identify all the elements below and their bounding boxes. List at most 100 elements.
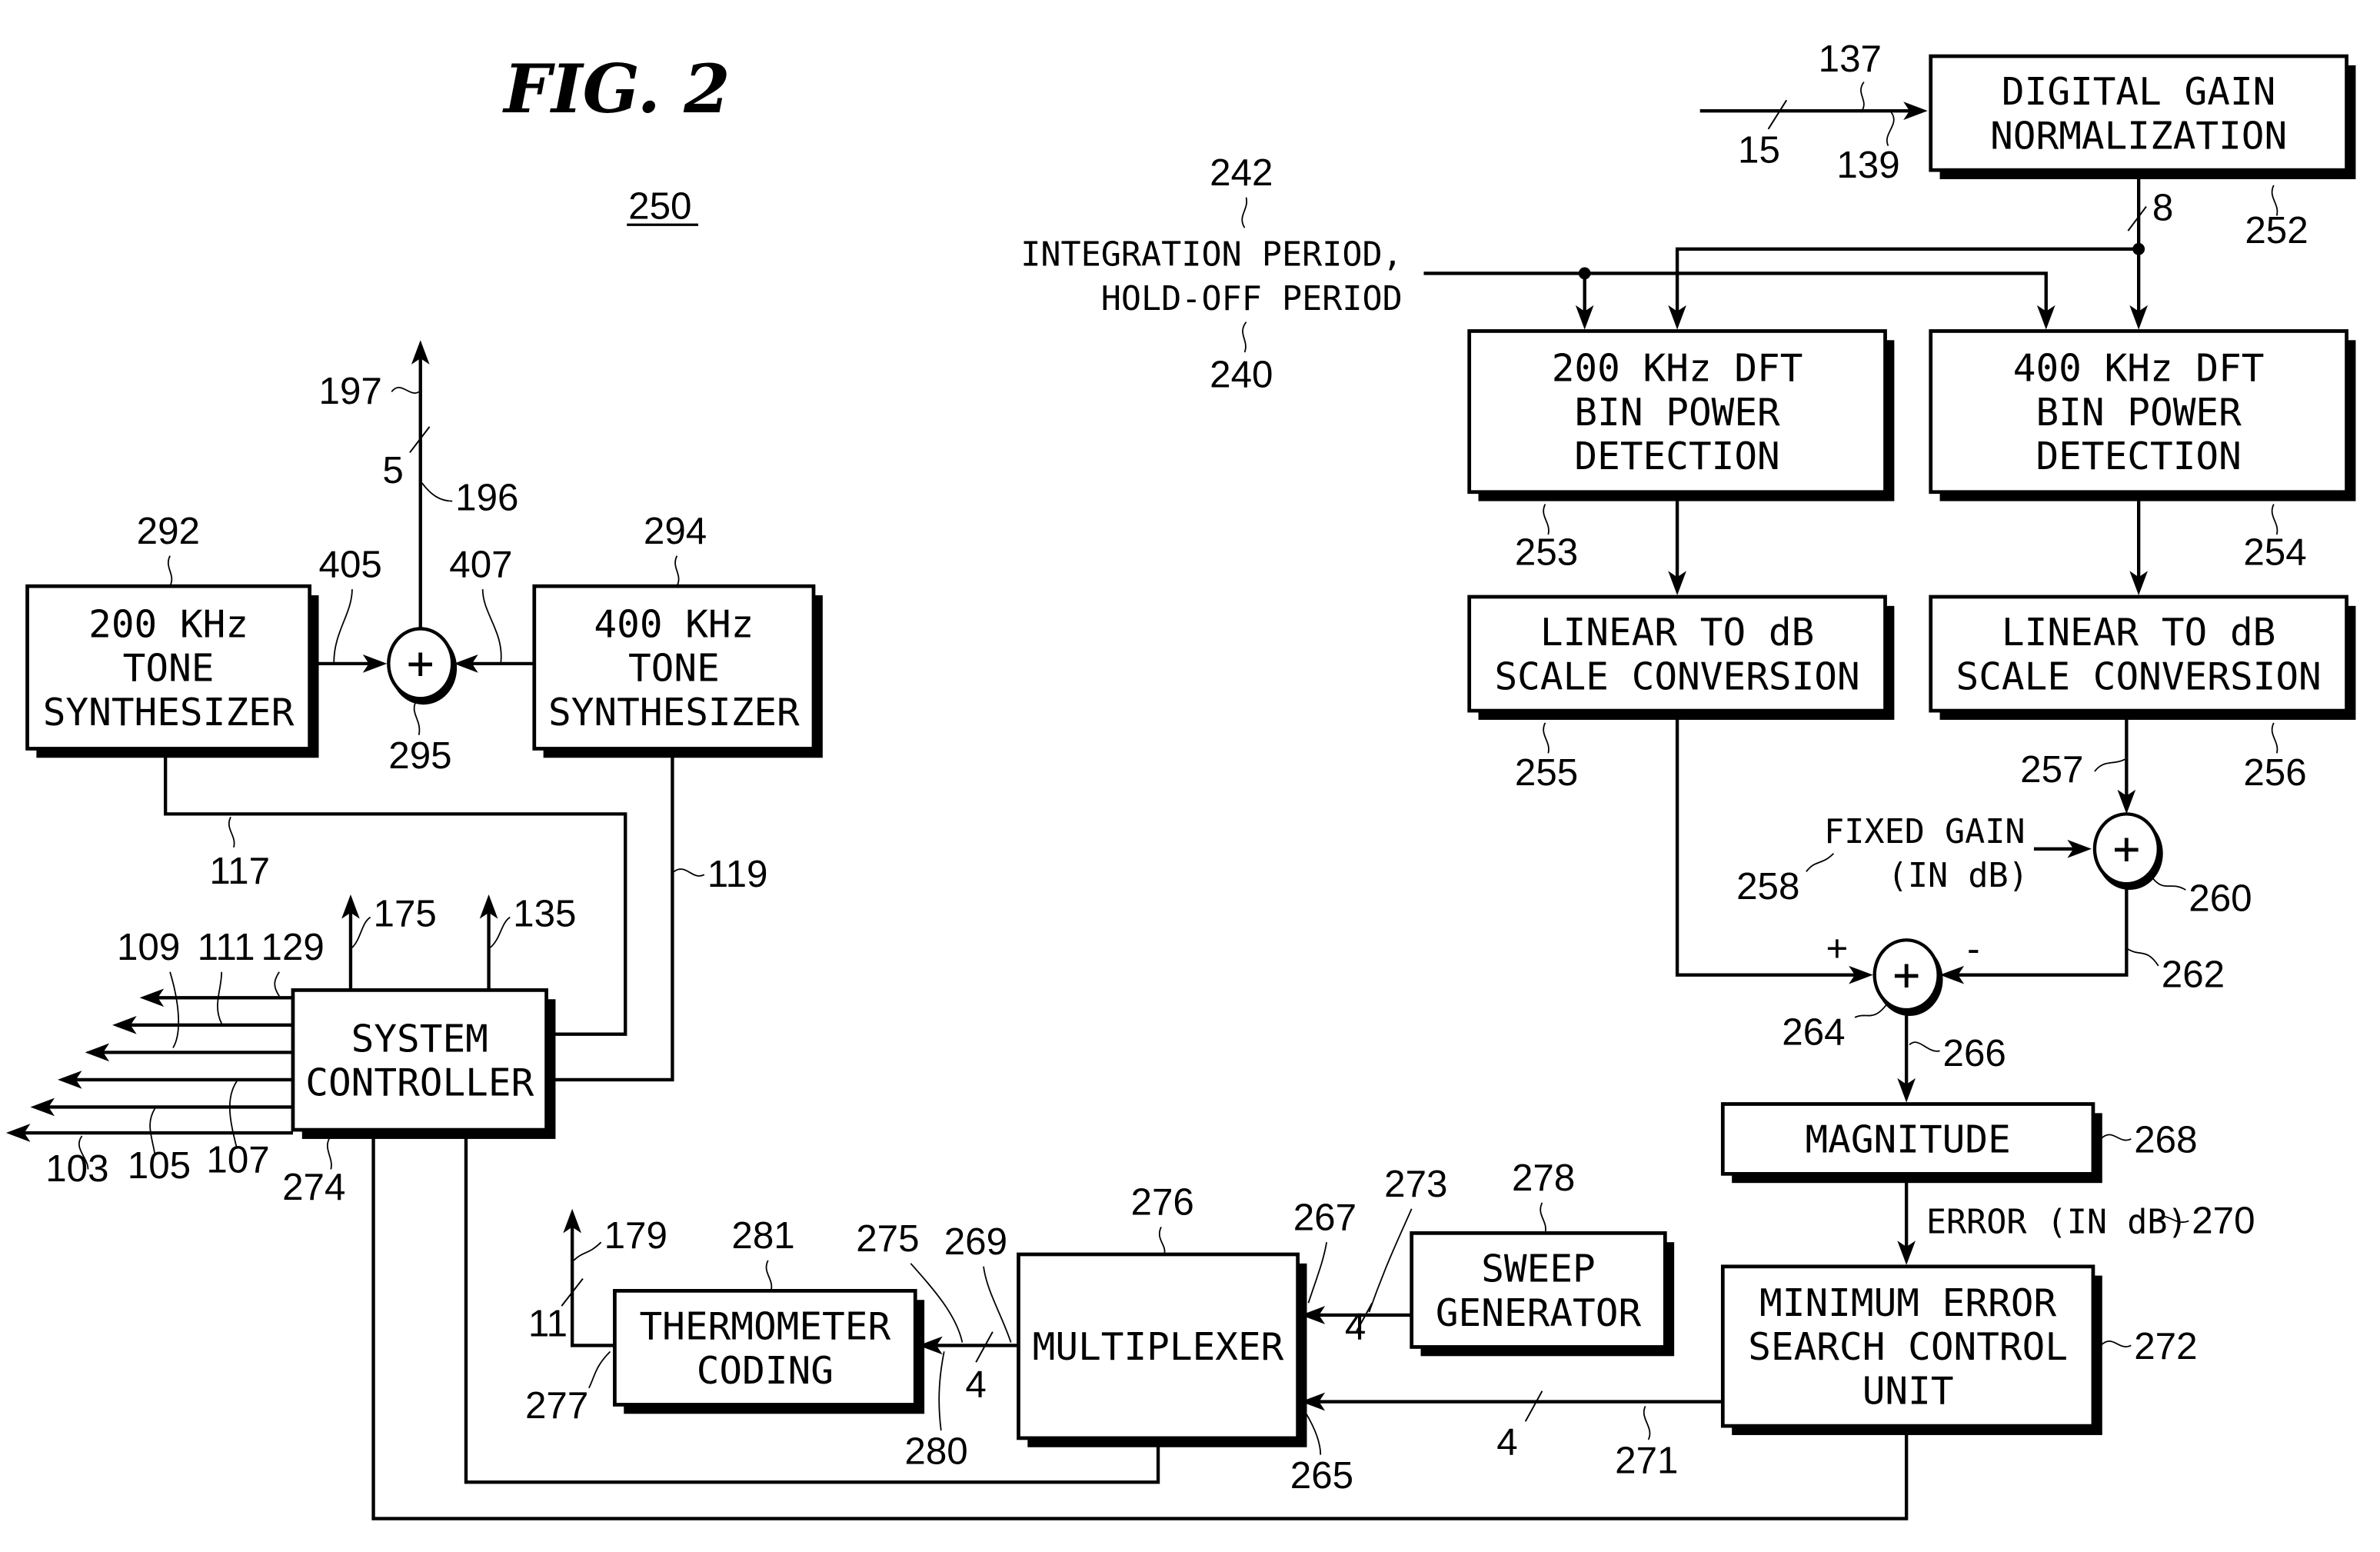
block-label-line: 200 KHz DFT [1552,346,1803,391]
label-15: 15 [1738,128,1780,171]
label-4-280: 4 [965,1364,986,1406]
label-240: 240 [1210,354,1273,396]
block-label-line: GENERATOR [1436,1291,1642,1335]
label-265: 265 [1290,1454,1353,1497]
label-268: 268 [2134,1119,2197,1161]
leader-255 [1543,722,1549,754]
label-257: 257 [2020,748,2083,791]
label-11: 11 [528,1303,568,1345]
label-294: 294 [644,510,707,552]
label-135: 135 [513,892,576,934]
fixed-gain-text: FIXED GAIN [1824,813,2025,851]
junction-dot-norm [2132,242,2145,255]
block-dft400: 400 KHz DFTBIN POWERDETECTION [1929,329,2356,501]
leader-179 [573,1241,602,1261]
leader-119 [673,868,705,877]
label-197: 197 [319,370,382,412]
junction-dot-integration [1578,267,1591,280]
block-label-line: MINIMUM ERROR [1759,1281,2056,1325]
block-tone200: 200 KHzTONESYNTHESIZER [25,584,319,758]
leader-197 [391,387,420,394]
label-119: 119 [707,853,768,895]
block-magnitude: MAGNITUDE [1720,1102,2102,1184]
leader-135 [489,916,511,948]
leader-273 [1368,1208,1413,1313]
wire-norm-to-dft200 [1675,247,2139,321]
leader-266 [1909,1041,1940,1052]
block-label-line: TONE [628,646,720,691]
label-405: 405 [319,543,382,585]
label-111: 111 [198,926,255,968]
block-label-line: DETECTION [2035,434,2241,478]
summer-plus-icon: + [2113,822,2141,875]
label-275: 275 [856,1217,919,1260]
leader-253 [1543,504,1549,535]
leader-278 [1540,1202,1546,1234]
label-4-273: 4 [1345,1306,1366,1348]
block-label-line: BIN POWER [1574,390,1780,435]
block-label-line: BIN POWER [2035,390,2242,435]
label-260: 260 [2189,878,2252,920]
label-277: 277 [525,1384,588,1427]
leader-137 [1860,82,1865,113]
bus-tick-15 [1767,99,1788,130]
block-label-line: SYSTEM [351,1016,488,1061]
label-295: 295 [388,734,451,777]
leader-274 [326,1135,332,1170]
summer-minus-sign: - [1967,928,1979,970]
leader-272 [2100,1341,2132,1347]
label-129: 129 [261,926,325,968]
leader-281 [765,1260,773,1291]
label-407: 407 [449,543,512,585]
block-sysctl: SYSTEMCONTROLLER [291,988,556,1139]
block-label-line: SCALE CONVERSION [1956,654,2322,698]
leader-271 [1643,1406,1651,1440]
bus-tick-271 [1524,1390,1543,1422]
block-label-line: TONE [123,646,215,691]
leader-265 [1304,1411,1322,1455]
leader-129 [274,971,280,997]
block-mux: MULTIPLEXER [1017,1252,1307,1447]
system-ref-250: 250 [628,185,691,227]
label-264: 264 [1782,1011,1845,1053]
block-label-line: LINEAR TO dB [2002,610,2275,654]
label-109: 109 [117,926,180,968]
leader-294 [674,555,680,587]
label-272: 272 [2134,1325,2197,1367]
label-105: 105 [128,1144,191,1187]
block-label-line: DETECTION [1574,434,1779,478]
block-label-line: SEARCH CONTROL [1748,1324,2068,1369]
label-253: 253 [1515,531,1578,574]
leader-280 [938,1351,945,1431]
block-label-line: MULTIPLEXER [1033,1324,1284,1369]
label-267: 267 [1293,1196,1356,1238]
block-label-line: 400 KHz [594,601,754,646]
label-179: 179 [604,1214,667,1257]
leader-196 [421,482,453,502]
label-278: 278 [1512,1157,1575,1199]
figure-title: FIG. 2 [501,50,730,128]
block-label-line: DIGITAL GAIN [2002,69,2275,114]
wire-integration-to-dft400 [1423,271,2048,321]
block-lin2db-b: LINEAR TO dBSCALE CONVERSION [1929,594,2356,720]
label-103: 103 [45,1147,108,1190]
error-text: ERROR (IN dB) [1926,1203,2188,1241]
integration-period-text: INTEGRATION PERIOD, [1020,236,1403,275]
block-digital-gain: DIGITAL GAINNORMALIZATION [1929,54,2356,179]
block-thermo: THERMOMETERCODING [613,1289,925,1414]
block-tone400: 400 KHzTONESYNTHESIZER [532,584,823,758]
block-label-line: SYNTHESIZER [548,690,800,734]
block-label-line: SWEEP [1481,1247,1596,1291]
leader-242 [1241,197,1248,228]
label-274: 274 [282,1166,345,1208]
leader-268 [2100,1134,2132,1141]
block-dft200: 200 KHz DFTBIN POWERDETECTION [1467,329,1895,501]
block-sweep: SWEEPGENERATOR [1410,1231,1675,1357]
label-273: 273 [1384,1163,1447,1205]
block-label-line: CODING [697,1348,834,1393]
label-137: 137 [1819,38,1882,80]
holdoff-period-text: HOLD-OFF PERIOD [1101,280,1403,318]
label-5: 5 [382,449,403,491]
block-min-error: MINIMUM ERRORSEARCH CONTROLUNIT [1720,1264,2102,1435]
label-175: 175 [374,892,437,934]
